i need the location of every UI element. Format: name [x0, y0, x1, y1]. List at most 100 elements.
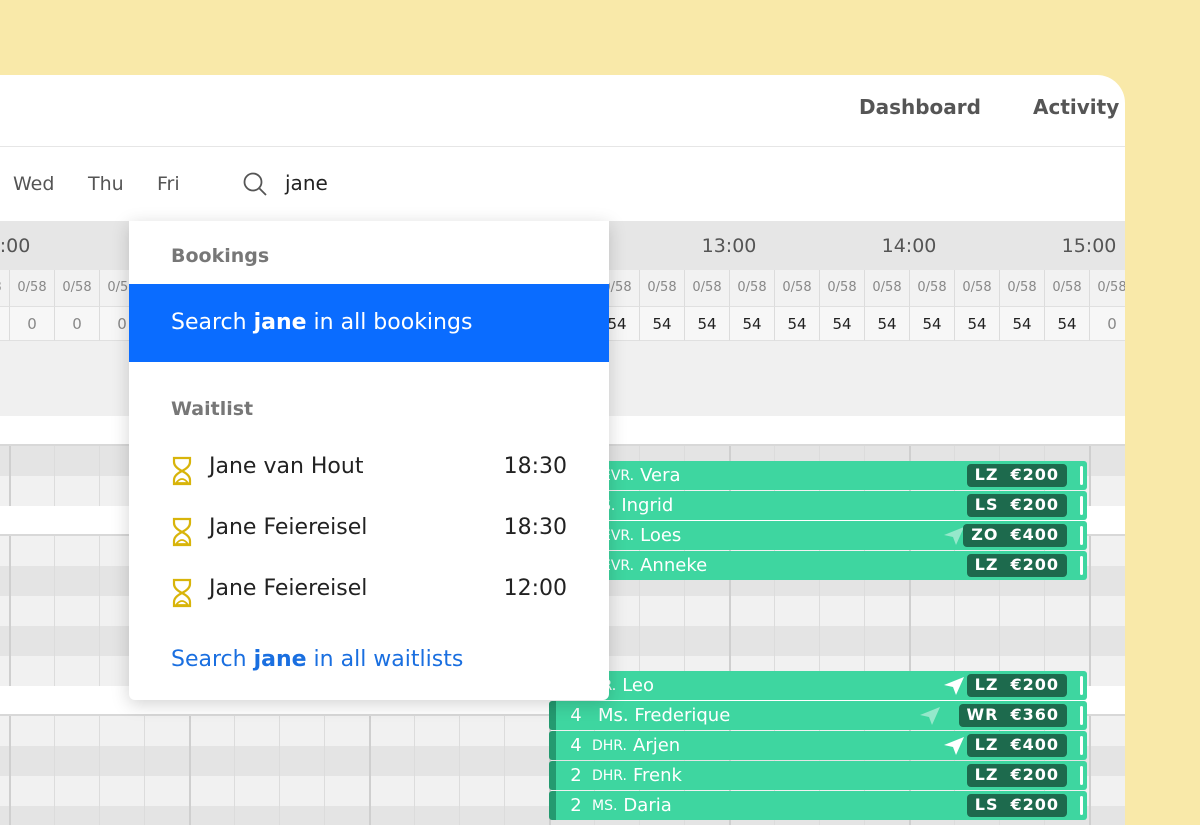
count-cell: 54 — [639, 306, 684, 341]
count-cell: 0 — [9, 306, 54, 341]
grid-line — [459, 716, 460, 825]
resize-handle[interactable] — [1080, 556, 1083, 575]
resize-handle[interactable] — [1080, 496, 1083, 515]
booking-bar[interactable]: 4 Ms. Frederique WR €360 — [549, 701, 1087, 730]
booking-badge: LZ €200 — [966, 464, 1067, 487]
grid-line — [504, 716, 505, 825]
capacity-cell: 0/58 — [819, 270, 864, 306]
grid-line — [1089, 716, 1091, 825]
resize-handle[interactable] — [1080, 706, 1083, 725]
count-cell: 54 — [729, 306, 774, 341]
waitlist-name: Jane Feiereisel — [209, 515, 368, 540]
capacity-cell: 0/58 — [9, 270, 54, 306]
grid-line — [1089, 446, 1091, 506]
price: €400 — [1010, 525, 1059, 544]
price: €200 — [1010, 465, 1059, 484]
grid-line — [99, 716, 100, 825]
search-icon[interactable] — [242, 171, 268, 197]
guest-name: Frenk — [633, 765, 682, 786]
price: €200 — [1010, 675, 1059, 694]
search-term: jane — [253, 310, 307, 335]
nav-activity[interactable]: Activity — [1033, 95, 1119, 119]
booking-bar[interactable]: EVR. Vera LZ €200 — [590, 461, 1087, 490]
waitlist-item[interactable]: Jane van Hout 18:30 — [171, 450, 567, 490]
guest-name: Daria — [623, 795, 672, 816]
room-code: LS — [974, 495, 999, 514]
resize-handle[interactable] — [1080, 466, 1083, 485]
search-all-bookings[interactable]: Search jane in all bookings — [129, 284, 609, 362]
waitlist-item[interactable]: Jane Feiereisel 12:00 — [171, 572, 567, 612]
booking-bar[interactable]: EVR. Anneke LZ €200 — [590, 551, 1087, 580]
guest-name: Vera — [640, 465, 681, 486]
nav-dashboard[interactable]: Dashboard — [859, 95, 981, 119]
count-cell: 54 — [864, 306, 909, 341]
booking-badge: LS €200 — [966, 494, 1067, 517]
waitlist-heading: Waitlist — [171, 398, 254, 420]
resize-handle[interactable] — [1080, 766, 1083, 785]
capacity-cell: 0/58 — [639, 270, 684, 306]
guest-name: Anneke — [640, 555, 708, 576]
booking-bar[interactable]: S.IngridLS€200 — [590, 491, 1087, 520]
resize-handle[interactable] — [1080, 676, 1083, 695]
grid-line — [99, 536, 100, 686]
waitlist-time: 18:30 — [503, 515, 567, 540]
count-cell: 54 — [909, 306, 954, 341]
resize-handle[interactable] — [1080, 526, 1083, 545]
room-code: LZ — [974, 465, 999, 484]
resize-handle[interactable] — [1080, 796, 1083, 815]
guest-title: DHR. — [592, 737, 627, 754]
capacity-cell: 0/58 — [684, 270, 729, 306]
count-cell: 0 — [1089, 306, 1125, 341]
grid-line — [144, 716, 145, 825]
room-code: WR — [966, 705, 999, 724]
count-cell: 0 — [54, 306, 99, 341]
hour-label: 13:00 — [701, 235, 757, 257]
party-size: 4 — [570, 705, 582, 726]
day-thu[interactable]: Thu — [88, 173, 124, 195]
room-code: LZ — [974, 555, 999, 574]
capacity-cell: 0/58 — [999, 270, 1044, 306]
hour-label: 15:00 — [1061, 235, 1117, 257]
search-input[interactable]: jane — [285, 171, 328, 195]
day-fri[interactable]: Fri — [157, 173, 180, 195]
room-code: LZ — [974, 675, 999, 694]
capacity-cell: 0/58 — [909, 270, 954, 306]
search-all-waitlists[interactable]: Search jane in all waitlists — [171, 647, 463, 672]
waitlist-name: Jane Feiereisel — [209, 576, 368, 601]
waitlist-time: 12:00 — [503, 576, 567, 601]
booking-badge: LZ €200 — [966, 554, 1067, 577]
search-dropdown: Bookings Search jane in all bookings Wai… — [129, 221, 609, 700]
booking-bar[interactable]: HR.LeoLZ€200 — [549, 671, 1087, 700]
party-size: 2 — [570, 795, 582, 816]
capacity-cell: 0/58 — [774, 270, 819, 306]
grid-line — [9, 446, 11, 506]
waitlist-item[interactable]: Jane Feiereisel 18:30 — [171, 511, 567, 551]
party-size: 4 — [570, 735, 582, 756]
grid-line — [189, 716, 191, 825]
grid-line — [279, 716, 280, 825]
grid-line — [54, 716, 55, 825]
capacity-cell: 0/58 — [1089, 270, 1125, 306]
grid-line — [414, 716, 415, 825]
guest-name: Arjen — [633, 735, 681, 756]
day-wed[interactable]: Wed — [13, 173, 54, 195]
grid-line — [54, 446, 55, 506]
capacity-cell: 0/58 — [0, 270, 9, 306]
booking-bar[interactable]: 4 DHR. Arjen LZ €400 — [549, 731, 1087, 760]
booking-bar[interactable]: 2 MS. Daria LS €200 — [549, 791, 1087, 820]
booking-bar[interactable]: 2 DHR. Frenk LZ €200 — [549, 761, 1087, 790]
price: €200 — [1010, 765, 1059, 784]
room-code: LZ — [974, 765, 999, 784]
sent-icon — [919, 706, 941, 731]
count-cell: 54 — [774, 306, 819, 341]
capacity-cell: 0/58 — [729, 270, 774, 306]
grid-line — [324, 716, 325, 825]
booking-bar[interactable]: EVR. Loes ZO €400 — [590, 521, 1087, 550]
count-cell: 54 — [819, 306, 864, 341]
party-size: 2 — [570, 765, 582, 786]
grid-line — [54, 536, 55, 686]
sent-icon — [943, 526, 965, 551]
label: Search — [171, 310, 254, 335]
resize-handle[interactable] — [1080, 736, 1083, 755]
waitlist-name: Jane van Hout — [209, 454, 364, 479]
